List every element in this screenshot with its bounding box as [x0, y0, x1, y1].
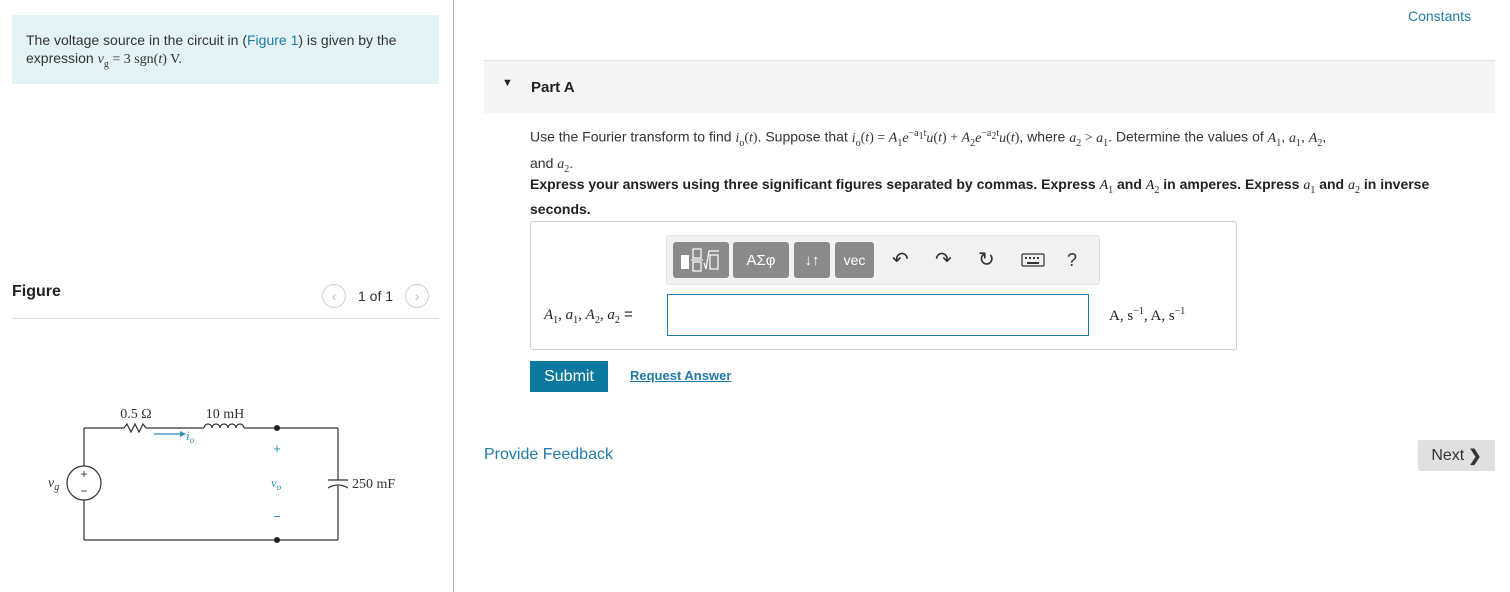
- help-button[interactable]: ?: [1067, 248, 1077, 272]
- constants-link[interactable]: Constants: [1408, 8, 1471, 24]
- figure-title: Figure: [12, 283, 61, 300]
- output-plus: +: [273, 441, 281, 456]
- intro-text: The voltage source in the circuit in (: [26, 32, 247, 48]
- next-figure-button[interactable]: ›: [405, 284, 430, 308]
- redo-icon[interactable]: ↷: [935, 248, 952, 272]
- answer-input[interactable]: [667, 294, 1089, 336]
- templates-icon: [681, 248, 719, 272]
- next-label: Next: [1431, 446, 1465, 464]
- figure-pager: ‹ 1 of 1 ›: [322, 283, 430, 309]
- request-answer-link[interactable]: Request Answer: [630, 368, 731, 383]
- answer-label: A1, a1, A2, a2 =: [544, 306, 633, 326]
- current-label: io: [186, 428, 195, 445]
- answer-instructions: Express your answers using three signifi…: [530, 176, 1430, 217]
- submit-button[interactable]: Submit: [530, 361, 608, 392]
- next-button[interactable]: Next ❯: [1418, 440, 1495, 471]
- source-expression: vg = 3 sgn(t) V.: [97, 52, 182, 70]
- inductor-label: 10 mH: [206, 407, 245, 422]
- chevron-right-icon: ›: [414, 288, 420, 304]
- caret-down-icon[interactable]: ▼: [502, 77, 513, 89]
- figure-link[interactable]: Figure 1: [247, 32, 298, 48]
- undo-icon[interactable]: ↶: [892, 248, 909, 272]
- problem-intro: The voltage source in the circuit in (Fi…: [12, 15, 439, 84]
- resistor-label: 0.5 Ω: [120, 407, 151, 422]
- source-minus: −: [80, 484, 87, 498]
- output-label: vo: [271, 475, 282, 492]
- answer-units: A, s−1, A, s−1: [1109, 306, 1186, 324]
- answer-box: ΑΣφ ↓↑ vec ↶ ↷ ↻ ? A1, a1, A2, a2 = A, s…: [530, 221, 1237, 350]
- chevron-left-icon: ‹: [331, 288, 337, 304]
- greek-symbols-button[interactable]: ΑΣφ: [733, 242, 789, 278]
- source-label: vg: [48, 476, 59, 493]
- intro-text: expression: [26, 50, 98, 66]
- figure-count: 1 of 1: [358, 288, 394, 304]
- source-plus: +: [80, 467, 87, 481]
- keyboard-icon[interactable]: [1021, 250, 1045, 274]
- vector-button[interactable]: vec: [835, 242, 874, 278]
- chevron-right-icon: ❯: [1468, 447, 1482, 465]
- circuit-diagram: + − 0.5 Ω 10 mH 250 mF vg io + vo −: [48, 407, 395, 543]
- question-text: Use the Fourier transform to find io(t).…: [530, 128, 1327, 176]
- templates-button[interactable]: [673, 242, 729, 278]
- left-panel: The voltage source in the circuit in (Fi…: [0, 0, 454, 592]
- prev-figure-button[interactable]: ‹: [322, 284, 346, 308]
- intro-text: ) is given by the: [298, 32, 397, 48]
- part-title: Part A: [531, 79, 575, 96]
- part-header[interactable]: ▼ Part A: [484, 60, 1495, 113]
- capacitor-label: 250 mF: [352, 477, 395, 492]
- resistor-symbol: [123, 422, 147, 434]
- subscript-superscript-button[interactable]: ↓↑: [794, 242, 830, 278]
- inductor-symbol: [203, 423, 245, 429]
- math-toolbar: ΑΣφ ↓↑ vec ↶ ↷ ↻ ?: [666, 235, 1100, 285]
- reset-icon[interactable]: ↻: [978, 248, 995, 272]
- panel-divider: [453, 0, 454, 592]
- provide-feedback-link[interactable]: Provide Feedback: [484, 446, 613, 464]
- output-minus: −: [273, 509, 281, 524]
- divider: [12, 318, 439, 319]
